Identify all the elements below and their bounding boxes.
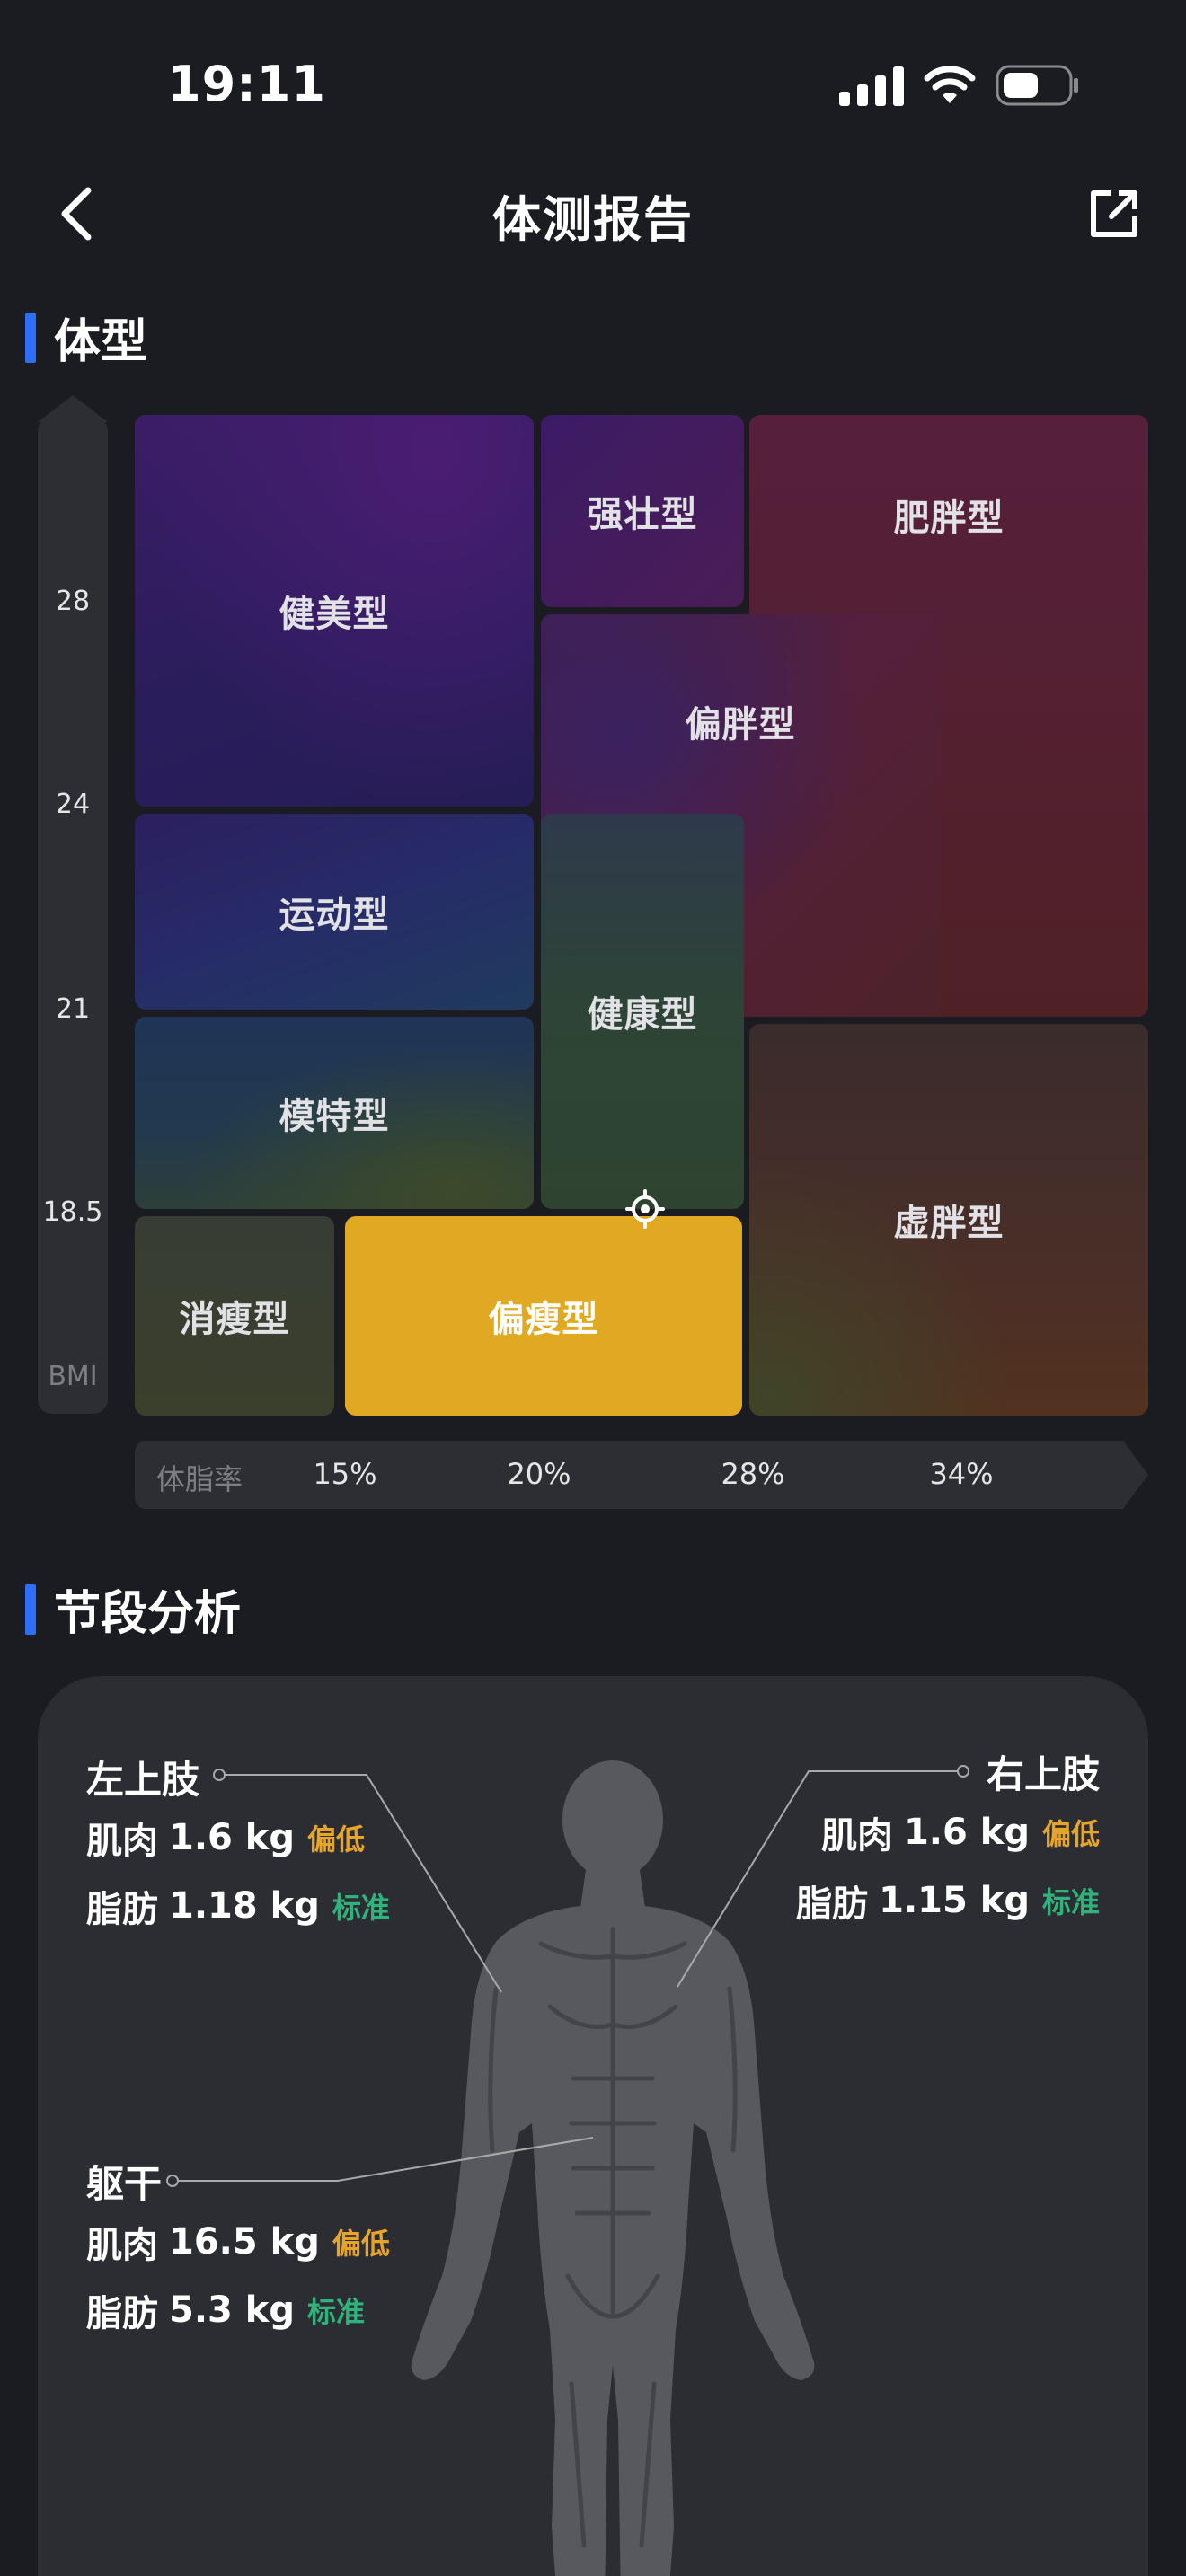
current-position-marker-icon <box>625 1189 665 1229</box>
left-arm-segment: 左上肢 肌肉 1.6 kg 偏低 脂肪 1.18 kg 标准 <box>86 1750 390 1940</box>
bmi-axis: 28 24 21 18.5 BMI <box>38 395 108 1414</box>
navigation-bar: 体测报告 <box>0 162 1186 260</box>
fat-value: 1.15 kg <box>879 1880 1030 1921</box>
muscle-label: 肌肉 <box>86 2225 158 2266</box>
page-title: 体测报告 <box>492 191 694 248</box>
cell-label: 偏瘦型 <box>488 1299 599 1340</box>
bmi-tick: 21 <box>55 993 91 1025</box>
body-type-cell-jiankang[interactable]: 健康型 <box>541 814 744 1209</box>
body-report-page: 19:11 体测报告 体型 28 24 21 18.5 BMI 肥胖型 健美型 … <box>0 0 1186 2576</box>
muscle-label: 肌肉 <box>820 1815 893 1857</box>
trunk-fat-row: 脂肪 5.3 kg 标准 <box>86 2276 390 2344</box>
cell-label: 模特型 <box>279 1096 390 1137</box>
body-type-cell-mote[interactable]: 模特型 <box>135 1017 534 1209</box>
cell-label: 强壮型 <box>587 494 698 535</box>
cell-label: 偏胖型 <box>685 704 796 745</box>
section-accent-bar <box>25 312 36 363</box>
fat-label: 脂肪 <box>86 1889 158 1930</box>
cell-label: 虚胖型 <box>893 1203 1005 1244</box>
cell-label: 健美型 <box>279 594 390 635</box>
fat-label: 脂肪 <box>86 2293 158 2334</box>
segment-analysis-card: 左上肢 肌肉 1.6 kg 偏低 脂肪 1.18 kg 标准 右上肢 肌肉 1.… <box>38 1676 1148 2576</box>
body-type-cell-yundong[interactable]: 运动型 <box>135 814 534 1010</box>
muscle-value: 16.5 kg <box>169 2221 320 2263</box>
status-badge: 标准 <box>307 2295 366 2329</box>
status-badge: 标准 <box>1041 1885 1100 1919</box>
trunk-muscle-row: 肌肉 16.5 kg 偏低 <box>86 2208 390 2276</box>
muscle-value: 1.6 kg <box>169 1817 296 1858</box>
body-fat-tick: 15% <box>313 1457 377 1491</box>
body-type-cell-qiangzhuang[interactable]: 强壮型 <box>541 415 744 607</box>
muscle-label: 肌肉 <box>86 1821 158 1862</box>
body-type-cell-xupang[interactable]: 虚胖型 <box>749 1024 1148 1416</box>
cell-label: 运动型 <box>279 895 390 936</box>
share-export-icon <box>1091 190 1137 237</box>
battery-icon <box>996 65 1078 106</box>
muscle-value: 1.6 kg <box>903 1812 1030 1853</box>
wifi-icon <box>924 66 976 103</box>
segment-section-header: 节段分析 <box>25 1575 241 1643</box>
status-bar: 19:11 <box>0 0 1186 153</box>
body-type-title: 体型 <box>54 315 148 369</box>
body-type-cell-xiaoshou[interactable]: 消瘦型 <box>135 1216 334 1416</box>
right-arm-fat-row: 脂肪 1.15 kg 标准 <box>722 1866 1100 1935</box>
body-fat-axis: 体脂率 15% 20% 28% 34% <box>135 1441 1148 1509</box>
right-arm-segment: 右上肢 肌肉 1.6 kg 偏低 脂肪 1.15 kg 标准 <box>722 1744 1100 1935</box>
cellular-signal-icon <box>839 65 904 106</box>
trunk-segment: 躯干 肌肉 16.5 kg 偏低 脂肪 5.3 kg 标准 <box>86 2154 390 2344</box>
body-fat-tick: 34% <box>929 1457 994 1491</box>
left-arm-label: 左上肢 <box>86 1757 200 1802</box>
status-badge: 偏低 <box>1041 1817 1100 1851</box>
bmi-tick: 24 <box>55 789 91 820</box>
fat-value: 1.18 kg <box>169 1885 320 1927</box>
segment-title: 节段分析 <box>54 1587 242 1641</box>
trunk-label: 躯干 <box>86 2161 163 2206</box>
status-icons <box>839 63 1080 108</box>
fat-value: 5.3 kg <box>169 2289 296 2331</box>
status-badge: 标准 <box>332 1891 390 1925</box>
left-arm-fat-row: 脂肪 1.18 kg 标准 <box>86 1872 390 1940</box>
body-type-cell-jianmei[interactable]: 健美型 <box>135 415 534 807</box>
share-button[interactable] <box>1078 178 1150 250</box>
bmi-tick: 28 <box>55 586 91 617</box>
cell-label: 肥胖型 <box>893 498 1005 539</box>
right-arm-muscle-row: 肌肉 1.6 kg 偏低 <box>722 1798 1100 1866</box>
body-type-cell-pianshou-selected[interactable]: 偏瘦型 <box>345 1216 742 1416</box>
cell-label: 消瘦型 <box>179 1299 290 1340</box>
fat-label: 脂肪 <box>796 1883 869 1925</box>
body-type-section-header: 体型 <box>25 304 147 371</box>
body-fat-tick: 20% <box>507 1457 571 1491</box>
right-arm-label: 右上肢 <box>986 1751 1100 1796</box>
cell-label: 健康型 <box>587 994 698 1036</box>
bmi-tick: 18.5 <box>42 1196 103 1228</box>
status-badge: 偏低 <box>332 2227 390 2261</box>
body-type-grid: 肥胖型 健美型 强壮型 偏胖型 运动型 健康型 模特型 虚胖型 消瘦型 偏瘦型 <box>135 415 1148 1416</box>
body-fat-axis-label: 体脂率 <box>156 1462 243 1496</box>
section-accent-bar <box>25 1584 36 1635</box>
body-fat-tick: 28% <box>721 1457 785 1491</box>
bmi-axis-label: BMI <box>48 1361 98 1392</box>
left-arm-muscle-row: 肌肉 1.6 kg 偏低 <box>86 1804 390 1872</box>
status-time: 19:11 <box>167 56 326 112</box>
status-badge: 偏低 <box>307 1822 366 1857</box>
